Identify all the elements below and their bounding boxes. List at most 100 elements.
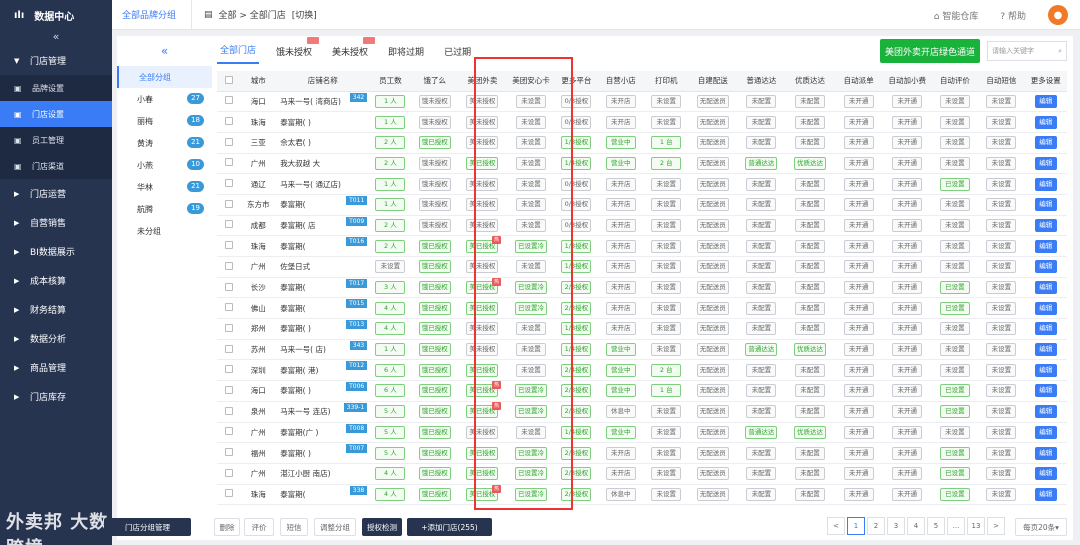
tab-item[interactable]: 已过期 [441, 45, 474, 64]
premium-dada-chip[interactable]: 未配置 [795, 322, 826, 336]
normal-dada-chip[interactable]: 普通达达 [745, 425, 778, 439]
eleme-chip[interactable]: 饿已授权 [418, 301, 451, 315]
footer-button[interactable]: +添加门店(255) [407, 518, 492, 536]
safety-card-chip[interactable]: 未设置 [515, 260, 546, 274]
auto-review-chip[interactable]: 已设置 [939, 177, 970, 191]
premium-dada-chip[interactable]: 未配置 [795, 136, 826, 150]
edit-chip[interactable]: 编辑 [1034, 218, 1057, 232]
sidebar-item[interactable]: ▶ 门店库存 [0, 382, 112, 411]
staff-chip[interactable]: 4 人 [375, 487, 406, 501]
row-checkbox[interactable] [224, 158, 233, 167]
footer-button[interactable]: 删除 [214, 518, 240, 536]
own-store-chip[interactable]: 未开店 [605, 94, 636, 108]
printer-chip[interactable]: 未设置 [651, 322, 682, 336]
search-icon[interactable]: ⌕ [1058, 47, 1062, 56]
auto-sms-chip[interactable]: 未设置 [986, 239, 1017, 253]
own-store-chip[interactable]: 未开店 [605, 218, 636, 232]
more-platform-chip[interactable]: 0/3授权 [561, 177, 592, 191]
auto-review-chip[interactable]: 已设置 [939, 487, 970, 501]
own-store-chip[interactable]: 未开店 [605, 301, 636, 315]
sidebar-item[interactable]: ▶ 门店运营 [0, 179, 112, 208]
safety-card-chip[interactable]: 已设置冷 [514, 301, 547, 315]
auto-review-chip[interactable]: 未设置 [939, 363, 970, 377]
safety-card-chip[interactable]: 未设置 [515, 94, 546, 108]
eleme-chip[interactable]: 饿未授权 [418, 198, 451, 212]
eleme-chip[interactable]: 饿已授权 [418, 260, 451, 274]
row-checkbox[interactable] [224, 261, 233, 270]
more-platform-chip[interactable]: 0/3授权 [561, 218, 592, 232]
pagination-item[interactable]: 1 [847, 517, 865, 535]
auto-dispatch-chip[interactable]: 未开通 [843, 487, 874, 501]
auto-review-chip[interactable]: 已设置 [939, 467, 970, 481]
more-platform-chip[interactable]: 0/3授权 [561, 115, 592, 129]
auto-sms-chip[interactable]: 未设置 [986, 136, 1017, 150]
group-manage-button[interactable]: 门店分组管理 [104, 518, 191, 536]
normal-dada-chip[interactable]: 未配置 [746, 405, 777, 419]
own-store-chip[interactable]: 营业中 [605, 343, 636, 357]
more-platform-chip[interactable]: 1/4授权 [561, 425, 592, 439]
eleme-chip[interactable]: 饿已授权 [418, 425, 451, 439]
auto-review-chip[interactable]: 已设置 [939, 281, 970, 295]
eleme-chip[interactable]: 饿已授权 [418, 343, 451, 357]
edit-chip[interactable]: 编辑 [1034, 322, 1057, 336]
printer-chip[interactable]: 未设置 [651, 343, 682, 357]
sidebar-subitem[interactable]: ▣ 品牌设置 [0, 75, 112, 101]
own-store-chip[interactable]: 未开店 [605, 322, 636, 336]
edit-chip[interactable]: 编辑 [1034, 487, 1057, 501]
brand-group-selector[interactable]: 全部品牌分组 [112, 0, 192, 30]
auto-sms-chip[interactable]: 未设置 [986, 467, 1017, 481]
own-store-chip[interactable]: 未开店 [605, 239, 636, 253]
auto-sms-chip[interactable]: 未设置 [986, 177, 1017, 191]
edit-chip[interactable]: 编辑 [1034, 301, 1057, 315]
staff-chip[interactable]: 2 人 [375, 156, 406, 170]
normal-dada-chip[interactable]: 未配置 [746, 281, 777, 295]
auto-sms-chip[interactable]: 未设置 [986, 384, 1017, 398]
premium-dada-chip[interactable]: 未配置 [795, 218, 826, 232]
sidebar-subitem[interactable]: ▣ 员工管理 [0, 127, 112, 153]
own-store-chip[interactable]: 未开店 [605, 281, 636, 295]
meituan-chip[interactable]: 美未授权 [466, 260, 499, 274]
meituan-chip[interactable]: 美未授权 [466, 136, 499, 150]
auto-tip-chip[interactable]: 未开通 [892, 281, 923, 295]
pagination-item[interactable]: 13 [967, 517, 985, 535]
safety-card-chip[interactable]: 未设置 [515, 425, 546, 439]
auto-dispatch-chip[interactable]: 未开通 [843, 281, 874, 295]
safety-card-chip[interactable]: 未设置 [515, 343, 546, 357]
auto-dispatch-chip[interactable]: 未开通 [843, 115, 874, 129]
edit-chip[interactable]: 编辑 [1034, 446, 1057, 460]
self-delivery-chip[interactable]: 无配送员 [696, 446, 729, 460]
premium-dada-chip[interactable]: 未配置 [795, 384, 826, 398]
self-delivery-chip[interactable]: 无配送员 [696, 198, 729, 212]
more-platform-chip[interactable]: 0/3授权 [561, 94, 592, 108]
self-delivery-chip[interactable]: 无配送员 [696, 177, 729, 191]
warehouse-link[interactable]: ⌂ 智能仓库 [934, 9, 979, 22]
meituan-chip[interactable]: 美未授权 [466, 425, 499, 439]
auto-dispatch-chip[interactable]: 未开通 [843, 136, 874, 150]
auto-tip-chip[interactable]: 未开通 [892, 487, 923, 501]
printer-chip[interactable]: 未设置 [651, 467, 682, 481]
more-platform-chip[interactable]: 2/3授权 [561, 384, 592, 398]
premium-dada-chip[interactable]: 优质达达 [794, 343, 827, 357]
staff-chip[interactable]: 4 人 [375, 301, 406, 315]
row-checkbox[interactable] [224, 427, 233, 436]
staff-chip[interactable]: 5 人 [375, 446, 406, 460]
edit-chip[interactable]: 编辑 [1034, 177, 1057, 191]
auto-review-chip[interactable]: 未设置 [939, 198, 970, 212]
own-store-chip[interactable]: 未开店 [605, 177, 636, 191]
meituan-chip[interactable]: 美已授权 [466, 446, 499, 460]
safety-card-chip[interactable]: 已设置冷 [514, 239, 547, 253]
auto-tip-chip[interactable]: 未开通 [892, 260, 923, 274]
safety-card-chip[interactable]: 已设置冷 [514, 446, 547, 460]
eleme-chip[interactable]: 饿已授权 [418, 405, 451, 419]
auto-sms-chip[interactable]: 未设置 [986, 260, 1017, 274]
printer-chip[interactable]: 未设置 [651, 218, 682, 232]
group-item[interactable]: 未分组 [117, 220, 212, 242]
edit-chip[interactable]: 编辑 [1034, 405, 1057, 419]
auto-dispatch-chip[interactable]: 未开通 [843, 384, 874, 398]
sidebar-item[interactable]: ▶ 财务结算 [0, 295, 112, 324]
more-platform-chip[interactable]: 2/3授权 [561, 301, 592, 315]
eleme-chip[interactable]: 饿未授权 [418, 156, 451, 170]
staff-chip[interactable]: 6 人 [375, 384, 406, 398]
self-delivery-chip[interactable]: 无配送员 [696, 301, 729, 315]
auto-sms-chip[interactable]: 未设置 [986, 446, 1017, 460]
